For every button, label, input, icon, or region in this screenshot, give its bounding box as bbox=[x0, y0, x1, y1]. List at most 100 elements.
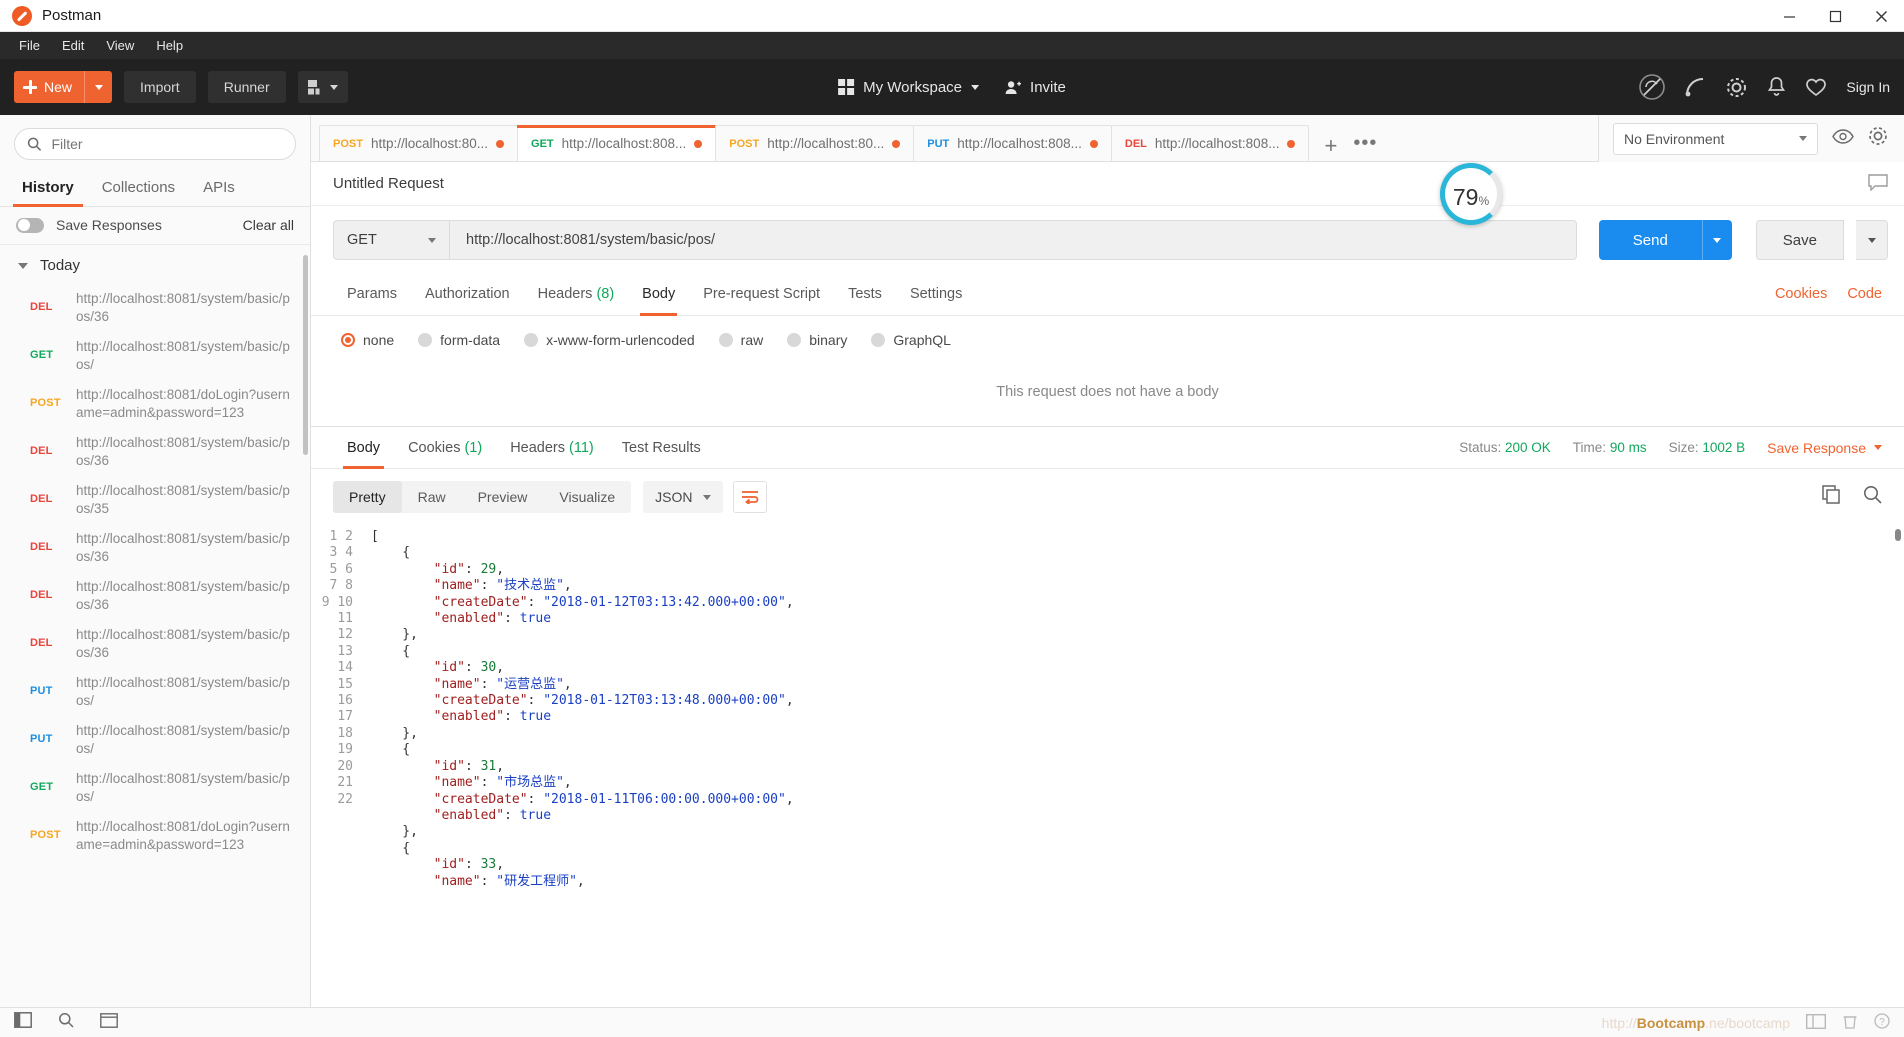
history-item[interactable]: DEL http://localhost:8081/system/basic/po… bbox=[0, 620, 310, 668]
unsaved-dot-icon[interactable] bbox=[1089, 139, 1098, 148]
save-response-button[interactable]: Save Response bbox=[1767, 440, 1882, 456]
minimize-icon[interactable] bbox=[1766, 0, 1812, 32]
tabstrip-more-button[interactable]: ••• bbox=[1349, 132, 1387, 161]
layout-icon[interactable] bbox=[1805, 1013, 1827, 1032]
radio-icon[interactable] bbox=[341, 333, 355, 347]
console-icon[interactable] bbox=[100, 1012, 118, 1033]
response-tab-cookies[interactable]: Cookies (1) bbox=[394, 427, 496, 468]
format-button-visualize[interactable]: Visualize bbox=[543, 481, 631, 513]
history-item[interactable]: POST http://localhost:8081/doLogin?userna… bbox=[0, 812, 310, 860]
clear-all-button[interactable]: Clear all bbox=[243, 217, 294, 233]
favorites-heart-icon[interactable] bbox=[1806, 78, 1827, 97]
environment-selector[interactable]: No Environment bbox=[1613, 122, 1818, 155]
sign-in-button[interactable]: Sign In bbox=[1846, 79, 1890, 95]
import-button[interactable]: Import bbox=[124, 71, 196, 103]
cookies-link[interactable]: Cookies bbox=[1775, 286, 1827, 302]
response-tab-body[interactable]: Body bbox=[333, 427, 394, 469]
notifications-bell-icon[interactable] bbox=[1767, 77, 1786, 97]
radio-icon[interactable] bbox=[718, 333, 733, 347]
copy-icon[interactable] bbox=[1822, 485, 1841, 509]
new-tab-button[interactable]: + bbox=[1308, 135, 1349, 161]
response-json-code[interactable]: [ { "id": 29, "name": "技术总监", "createDat… bbox=[363, 523, 1904, 1007]
history-item[interactable]: GET http://localhost:8081/system/basic/po… bbox=[0, 764, 310, 812]
request-tab[interactable]: DEL http://localhost:808... bbox=[1110, 125, 1310, 161]
unsaved-dot-icon[interactable] bbox=[496, 139, 505, 148]
history-item[interactable]: PUT http://localhost:8081/system/basic/po… bbox=[0, 716, 310, 764]
history-item[interactable]: POST http://localhost:8081/doLogin?userna… bbox=[0, 380, 310, 428]
save-dropdown-caret-icon[interactable] bbox=[1856, 220, 1888, 260]
word-wrap-icon[interactable] bbox=[732, 481, 767, 513]
request-section-tab-body[interactable]: Body bbox=[628, 272, 689, 316]
help-icon[interactable]: ? bbox=[1874, 1013, 1890, 1032]
search-icon[interactable] bbox=[1863, 485, 1882, 509]
trash-icon[interactable] bbox=[1842, 1013, 1858, 1032]
search-input-wrapper[interactable] bbox=[14, 128, 296, 160]
sync-status-icon[interactable] bbox=[1639, 74, 1666, 100]
request-section-tab-params[interactable]: Params bbox=[333, 272, 411, 315]
send-button[interactable]: Send bbox=[1598, 220, 1702, 260]
settings-gear-icon[interactable] bbox=[1726, 77, 1747, 98]
response-tab-test-results[interactable]: Test Results bbox=[608, 427, 715, 468]
satellite-icon[interactable] bbox=[1685, 77, 1706, 97]
radio-icon[interactable] bbox=[787, 333, 802, 347]
body-option-raw[interactable]: raw bbox=[718, 332, 763, 348]
invite-button[interactable]: Invite bbox=[1005, 79, 1066, 96]
request-section-tab-pre-request-script[interactable]: Pre-request Script bbox=[689, 272, 834, 315]
find-icon[interactable] bbox=[58, 1012, 74, 1033]
body-option-none[interactable]: none bbox=[341, 332, 394, 348]
request-tab[interactable]: POST http://localhost:80... bbox=[319, 125, 519, 161]
body-option-form-data[interactable]: form-data bbox=[418, 332, 500, 348]
request-section-tab-authorization[interactable]: Authorization bbox=[411, 272, 524, 315]
request-tab[interactable]: GET http://localhost:808... bbox=[517, 125, 717, 161]
body-option-GraphQL[interactable]: GraphQL bbox=[871, 332, 951, 348]
response-scrollbar[interactable] bbox=[1895, 529, 1901, 541]
close-icon[interactable] bbox=[1858, 0, 1904, 32]
history-group-today[interactable]: Today bbox=[0, 245, 310, 284]
history-item[interactable]: PUT http://localhost:8081/system/basic/po… bbox=[0, 668, 310, 716]
history-item[interactable]: DEL http://localhost:8081/system/basic/po… bbox=[0, 476, 310, 524]
request-section-tab-headers[interactable]: Headers (8) bbox=[524, 272, 629, 315]
sidebar-tab-collections[interactable]: Collections bbox=[88, 170, 189, 206]
unsaved-dot-icon[interactable] bbox=[892, 139, 901, 148]
menu-view[interactable]: View bbox=[95, 34, 145, 57]
history-item[interactable]: DEL http://localhost:8081/system/basic/po… bbox=[0, 428, 310, 476]
response-language-select[interactable]: JSON bbox=[643, 481, 723, 513]
format-button-preview[interactable]: Preview bbox=[462, 481, 544, 513]
history-item[interactable]: DEL http://localhost:8081/system/basic/po… bbox=[0, 524, 310, 572]
history-item[interactable]: DEL http://localhost:8081/system/basic/po… bbox=[0, 284, 310, 332]
request-url-input[interactable]: http://localhost:8081/system/basic/pos/ bbox=[449, 220, 1577, 260]
new-dropdown-caret-icon[interactable] bbox=[84, 71, 112, 103]
body-option-x-www-form-urlencoded[interactable]: x-www-form-urlencoded bbox=[524, 332, 695, 348]
request-tab[interactable]: POST http://localhost:80... bbox=[715, 125, 915, 161]
workspace-selector[interactable]: My Workspace bbox=[838, 79, 980, 96]
menu-file[interactable]: File bbox=[8, 34, 51, 57]
menu-edit[interactable]: Edit bbox=[51, 34, 95, 57]
comments-icon[interactable] bbox=[1868, 173, 1888, 194]
request-section-tab-settings[interactable]: Settings bbox=[896, 272, 976, 315]
maximize-icon[interactable] bbox=[1812, 0, 1858, 32]
new-window-button[interactable] bbox=[297, 71, 348, 103]
radio-icon[interactable] bbox=[418, 333, 433, 347]
response-tab-headers[interactable]: Headers (11) bbox=[496, 427, 608, 468]
environment-settings-gear-icon[interactable] bbox=[1868, 126, 1888, 151]
request-tab[interactable]: PUT http://localhost:808... bbox=[913, 125, 1112, 161]
code-link[interactable]: Code bbox=[1847, 286, 1882, 302]
save-button[interactable]: Save bbox=[1755, 220, 1844, 260]
sidebar-scrollbar[interactable] bbox=[303, 255, 308, 455]
request-section-tab-tests[interactable]: Tests bbox=[834, 272, 896, 315]
http-method-select[interactable]: GET bbox=[333, 220, 449, 260]
runner-button[interactable]: Runner bbox=[207, 71, 286, 103]
sidebar-tab-apis[interactable]: APIs bbox=[189, 170, 249, 206]
history-item[interactable]: DEL http://localhost:8081/system/basic/po… bbox=[0, 572, 310, 620]
format-button-raw[interactable]: Raw bbox=[402, 481, 462, 513]
sidebar-toggle-icon[interactable] bbox=[14, 1012, 32, 1033]
radio-icon[interactable] bbox=[871, 333, 886, 347]
save-responses-toggle[interactable] bbox=[16, 217, 44, 233]
new-button[interactable]: New bbox=[14, 71, 113, 103]
response-body-editor[interactable]: 1 2 3 4 5 6 7 8 9 10 11 12 13 14 15 16 1… bbox=[311, 523, 1904, 1007]
unsaved-dot-icon[interactable] bbox=[1287, 139, 1296, 148]
send-dropdown-caret-icon[interactable] bbox=[1701, 220, 1732, 260]
sidebar-tab-history[interactable]: History bbox=[8, 170, 88, 207]
radio-icon[interactable] bbox=[524, 333, 539, 347]
history-item[interactable]: GET http://localhost:8081/system/basic/po… bbox=[0, 332, 310, 380]
